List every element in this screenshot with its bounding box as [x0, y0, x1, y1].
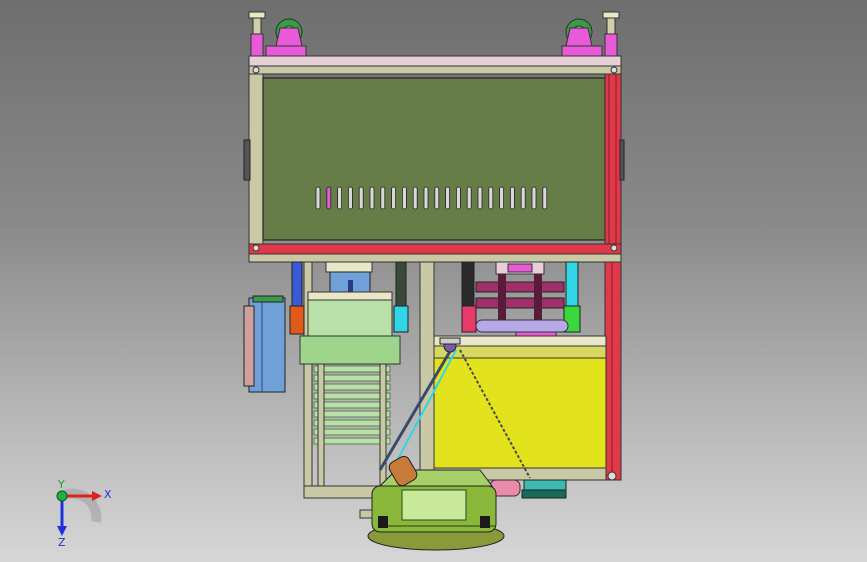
upper-cabinet — [243, 55, 625, 263]
vent-slot — [542, 186, 548, 210]
vent-slot — [315, 186, 321, 210]
vent-slot — [380, 186, 386, 210]
cooling-fin — [313, 401, 391, 409]
vent-slot — [455, 186, 461, 210]
cooling-fin — [313, 437, 391, 445]
vent-slot — [326, 186, 332, 210]
z-axis-label: Z — [58, 536, 66, 548]
vent-slot — [499, 186, 505, 210]
yellow-tank — [433, 345, 617, 481]
vent-slot — [358, 186, 364, 210]
y-axis-label: Y — [57, 478, 65, 491]
cooling-fin — [313, 428, 391, 436]
vent-slot — [369, 186, 375, 210]
cooling-fin — [313, 383, 391, 391]
vent-slot — [509, 186, 515, 210]
vent-slot — [477, 186, 483, 210]
cooling-fin — [313, 410, 391, 418]
vent-slot — [347, 186, 353, 210]
x-axis-label: X — [104, 488, 112, 501]
cooling-fin — [313, 365, 391, 373]
cooling-fin — [313, 374, 391, 382]
right-press-assembly — [433, 261, 607, 347]
vent-slot — [434, 186, 440, 210]
side-motor-box — [243, 295, 286, 393]
cabinet-panel — [262, 77, 606, 241]
vent-slot — [520, 186, 526, 210]
vent-slot — [391, 186, 397, 210]
cooling-fins — [313, 363, 391, 487]
coordinate-triad: X Y Z — [56, 478, 112, 548]
vent-slot — [488, 186, 494, 210]
left-cylinder-assembly — [299, 261, 401, 487]
vent-slot — [466, 186, 472, 210]
vent-slot — [423, 186, 429, 210]
cooling-fin — [313, 392, 391, 400]
right-red-rail — [604, 73, 622, 245]
bottom-right-fixture — [489, 479, 567, 499]
cooling-fin — [313, 419, 391, 427]
cad-viewport[interactable] — [0, 0, 867, 562]
vent-slot — [445, 186, 451, 210]
vent-slot — [531, 186, 537, 210]
top-right-caster — [561, 11, 620, 57]
vent-slot — [412, 186, 418, 210]
top-left-caster — [248, 11, 307, 57]
y-axis-arrow — [56, 490, 68, 502]
vent-slot — [401, 186, 407, 210]
vent-slot — [337, 186, 343, 210]
fin-rail — [317, 363, 325, 487]
